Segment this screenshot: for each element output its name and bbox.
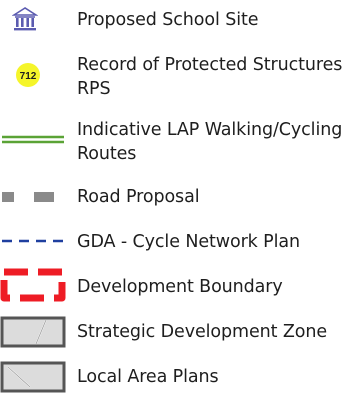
legend-label-development-boundary: Development Boundary <box>77 277 283 297</box>
legend-item-road-proposal: Road Proposal <box>0 183 351 213</box>
legend-label-rps-line2: RPS <box>77 79 111 99</box>
legend-label-road-proposal: Road Proposal <box>77 187 200 207</box>
school-building-icon <box>12 6 38 34</box>
legend-label-proposed-school-site: Proposed School Site <box>77 10 259 30</box>
legend-item-rps: 712 Record of Protected Structures RPS <box>0 52 351 102</box>
legend-item-local-area-plans: Local Area Plans <box>0 361 351 395</box>
rps-marker-number: 712 <box>20 71 37 82</box>
map-legend: Proposed School Site 712 Record of Prote… <box>0 0 351 395</box>
legend-item-strategic-development-zone: Strategic Development Zone <box>0 316 351 352</box>
legend-label-strategic-development-zone: Strategic Development Zone <box>77 322 327 342</box>
grey-hatched-box-icon <box>0 316 66 348</box>
blue-dashed-line-icon <box>2 238 64 244</box>
legend-label-walking-line2: Routes <box>77 144 137 164</box>
legend-item-gda-cycle: GDA - Cycle Network Plan <box>0 228 351 258</box>
legend-label-gda-cycle: GDA - Cycle Network Plan <box>77 232 300 252</box>
legend-label-rps-line1: Record of Protected Structures <box>77 55 343 75</box>
rps-marker-icon: 712 <box>14 61 42 89</box>
legend-label-walking-line1: Indicative LAP Walking/Cycling <box>77 120 343 140</box>
double-green-line-icon <box>2 135 64 145</box>
legend-item-proposed-school-site: Proposed School Site <box>0 4 351 38</box>
legend-item-walking-cycling: Indicative LAP Walking/Cycling Routes <box>0 116 351 168</box>
grey-crossed-box-icon <box>0 361 66 393</box>
red-dashed-rectangle-icon <box>0 268 66 304</box>
legend-item-development-boundary: Development Boundary <box>0 268 351 308</box>
legend-label-local-area-plans: Local Area Plans <box>77 367 219 387</box>
grey-dashed-line-icon <box>2 190 62 204</box>
